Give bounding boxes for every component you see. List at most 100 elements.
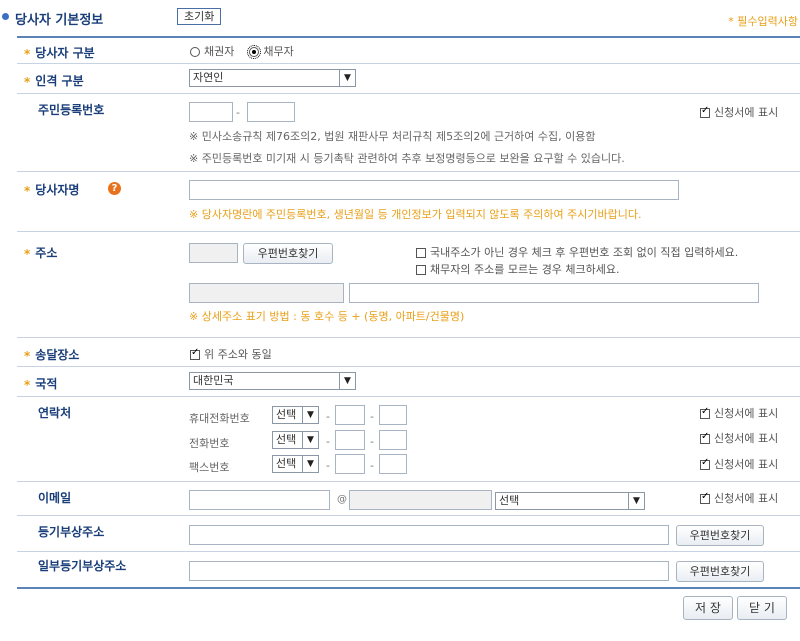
radio-debtor-label: 채무자 <box>263 45 294 58</box>
row-divider <box>17 366 800 367</box>
bottom-divider <box>17 587 800 589</box>
address-detail-input[interactable] <box>349 283 759 303</box>
delivery-label: 송달장소 <box>24 346 79 363</box>
dash: - <box>370 435 374 448</box>
close-button[interactable]: 닫 기 <box>737 596 787 620</box>
email-at-sign: @ <box>337 494 347 505</box>
dash: - <box>326 410 330 423</box>
phone-show-wrap: 신청서에 표시 <box>700 430 778 446</box>
partial-registry-address-label: 일부등기부상주소 <box>38 559 127 573</box>
email-domain-select[interactable]: 선택 ▼ <box>495 492 645 510</box>
contact-type-mobile: 휴대전화번호 <box>189 412 250 425</box>
delivery-check-wrap: 위 주소와 동일 <box>190 346 272 362</box>
registry-zip-search-button[interactable]: 우편번호찾기 <box>676 525 764 546</box>
person-type-label: 인격 구분 <box>24 72 83 89</box>
address-detail-note: ※ 상세주소 표기 방법 : 동 호수 등 + (동명, 아파트/건물명) <box>189 310 465 323</box>
nationality-label: 국적 <box>24 375 57 392</box>
registry-address-label: 등기부상주소 <box>38 525 105 539</box>
address-label: 주소 <box>24 244 57 261</box>
chevron-down-icon: ▼ <box>339 373 355 389</box>
row-divider <box>17 93 800 94</box>
zip-search-button[interactable]: 우편번호찾기 <box>243 243 333 264</box>
phone-mid-input[interactable] <box>335 430 365 450</box>
email-domain-input[interactable] <box>349 490 492 510</box>
save-button[interactable]: 저 장 <box>683 596 733 620</box>
top-divider <box>17 36 800 38</box>
partial-registry-zip-search-button[interactable]: 우편번호찾기 <box>676 561 764 582</box>
mobile-mid-input[interactable] <box>335 405 365 425</box>
rrn-show-label: 신청서에 표시 <box>714 106 779 119</box>
chevron-down-icon: ▼ <box>339 70 355 86</box>
row-divider <box>17 63 800 64</box>
zipcode-input[interactable] <box>189 243 238 263</box>
row-divider <box>17 231 800 232</box>
partial-registry-address-input[interactable] <box>189 561 669 581</box>
mobile-last-input[interactable] <box>379 405 407 425</box>
page-title: 당사자 기본정보 <box>15 13 104 28</box>
rrn-dash: - <box>236 106 240 119</box>
party-name-label: 당사자명 <box>24 181 79 198</box>
phone-last-input[interactable] <box>379 430 407 450</box>
rrn-front-input[interactable] <box>189 102 233 122</box>
address-main-input[interactable] <box>189 283 344 303</box>
dash: - <box>326 435 330 448</box>
mobile-prefix-value: 선택 <box>276 408 297 421</box>
title-bullet-icon <box>2 13 9 20</box>
phone-show-checkbox[interactable] <box>700 431 710 444</box>
required-note: * 필수입력사항 <box>728 15 798 28</box>
row-divider <box>17 515 800 516</box>
overseas-address-checkbox[interactable] <box>416 248 426 258</box>
email-show-checkbox[interactable] <box>700 491 710 504</box>
dash: - <box>370 410 374 423</box>
chevron-down-icon: ▼ <box>302 456 318 472</box>
fax-show-label: 신청서에 표시 <box>714 458 779 471</box>
rrn-note-2: ※ 주민등록번호 미기재 시 등기촉탁 관련하여 추후 보정명령등으로 보완을 … <box>189 152 625 165</box>
fax-prefix-select[interactable]: 선택 ▼ <box>272 455 319 473</box>
rrn-back-input[interactable] <box>247 102 295 122</box>
same-as-address-checkbox[interactable] <box>190 347 200 360</box>
phone-show-label: 신청서에 표시 <box>714 432 779 445</box>
radio-debtor[interactable] <box>247 45 262 59</box>
fax-show-wrap: 신청서에 표시 <box>700 456 778 472</box>
rrn-show-checkbox[interactable] <box>700 105 710 118</box>
row-divider <box>17 551 800 552</box>
overseas-address-label: 국내주소가 아닌 경우 체크 후 우편번호 조회 없이 직접 입력하세요. <box>430 246 739 259</box>
email-id-input[interactable] <box>189 490 330 510</box>
help-icon[interactable]: ? <box>108 182 121 195</box>
dash: - <box>370 459 374 472</box>
fax-prefix-value: 선택 <box>276 457 297 470</box>
email-label: 이메일 <box>38 491 72 505</box>
reset-button[interactable]: 초기화 <box>177 8 222 25</box>
registry-address-input[interactable] <box>189 525 669 545</box>
row-divider <box>17 337 800 338</box>
row-divider <box>17 396 800 397</box>
row-divider <box>17 171 800 172</box>
party-type-radio-group: 채권자 채무자 <box>190 43 294 59</box>
unknown-address-checkbox[interactable] <box>416 265 426 275</box>
rrn-note-1: ※ 민사소송규칙 제76조의2, 법원 재판사무 처리규칙 제5조의2에 근거하… <box>189 130 596 143</box>
nationality-value: 대한민국 <box>193 374 234 387</box>
fax-mid-input[interactable] <box>335 454 365 474</box>
unknown-address-label: 채무자의 주소를 모르는 경우 체크하세요. <box>430 263 620 276</box>
unknown-check-wrap: 채무자의 주소를 모르는 경우 체크하세요. <box>416 261 620 277</box>
mobile-prefix-select[interactable]: 선택 ▼ <box>272 406 319 424</box>
nationality-select[interactable]: 대한민국 ▼ <box>189 372 356 390</box>
row-divider <box>17 481 800 482</box>
radio-creditor[interactable] <box>190 47 200 57</box>
chevron-down-icon: ▼ <box>302 432 318 448</box>
person-type-select[interactable]: 자연인 ▼ <box>189 69 356 87</box>
party-name-input[interactable] <box>189 180 679 200</box>
rrn-show-checkbox-wrap: 신청서에 표시 <box>700 104 778 120</box>
fax-show-checkbox[interactable] <box>700 457 710 470</box>
contact-type-phone: 전화번호 <box>189 437 230 450</box>
same-as-address-label: 위 주소와 동일 <box>204 348 272 361</box>
overseas-check-wrap: 국내주소가 아닌 경우 체크 후 우편번호 조회 없이 직접 입력하세요. <box>416 244 738 260</box>
mobile-show-checkbox[interactable] <box>700 406 710 419</box>
party-name-warning: ※ 당사자명란에 주민등록번호, 생년월일 등 개인정보가 입력되지 않도록 주… <box>189 208 642 221</box>
chevron-down-icon: ▼ <box>302 407 318 423</box>
rrn-label: 주민등록번호 <box>38 103 105 117</box>
fax-last-input[interactable] <box>379 454 407 474</box>
email-show-label: 신청서에 표시 <box>714 492 779 505</box>
email-show-wrap: 신청서에 표시 <box>700 490 778 506</box>
phone-prefix-select[interactable]: 선택 ▼ <box>272 431 319 449</box>
